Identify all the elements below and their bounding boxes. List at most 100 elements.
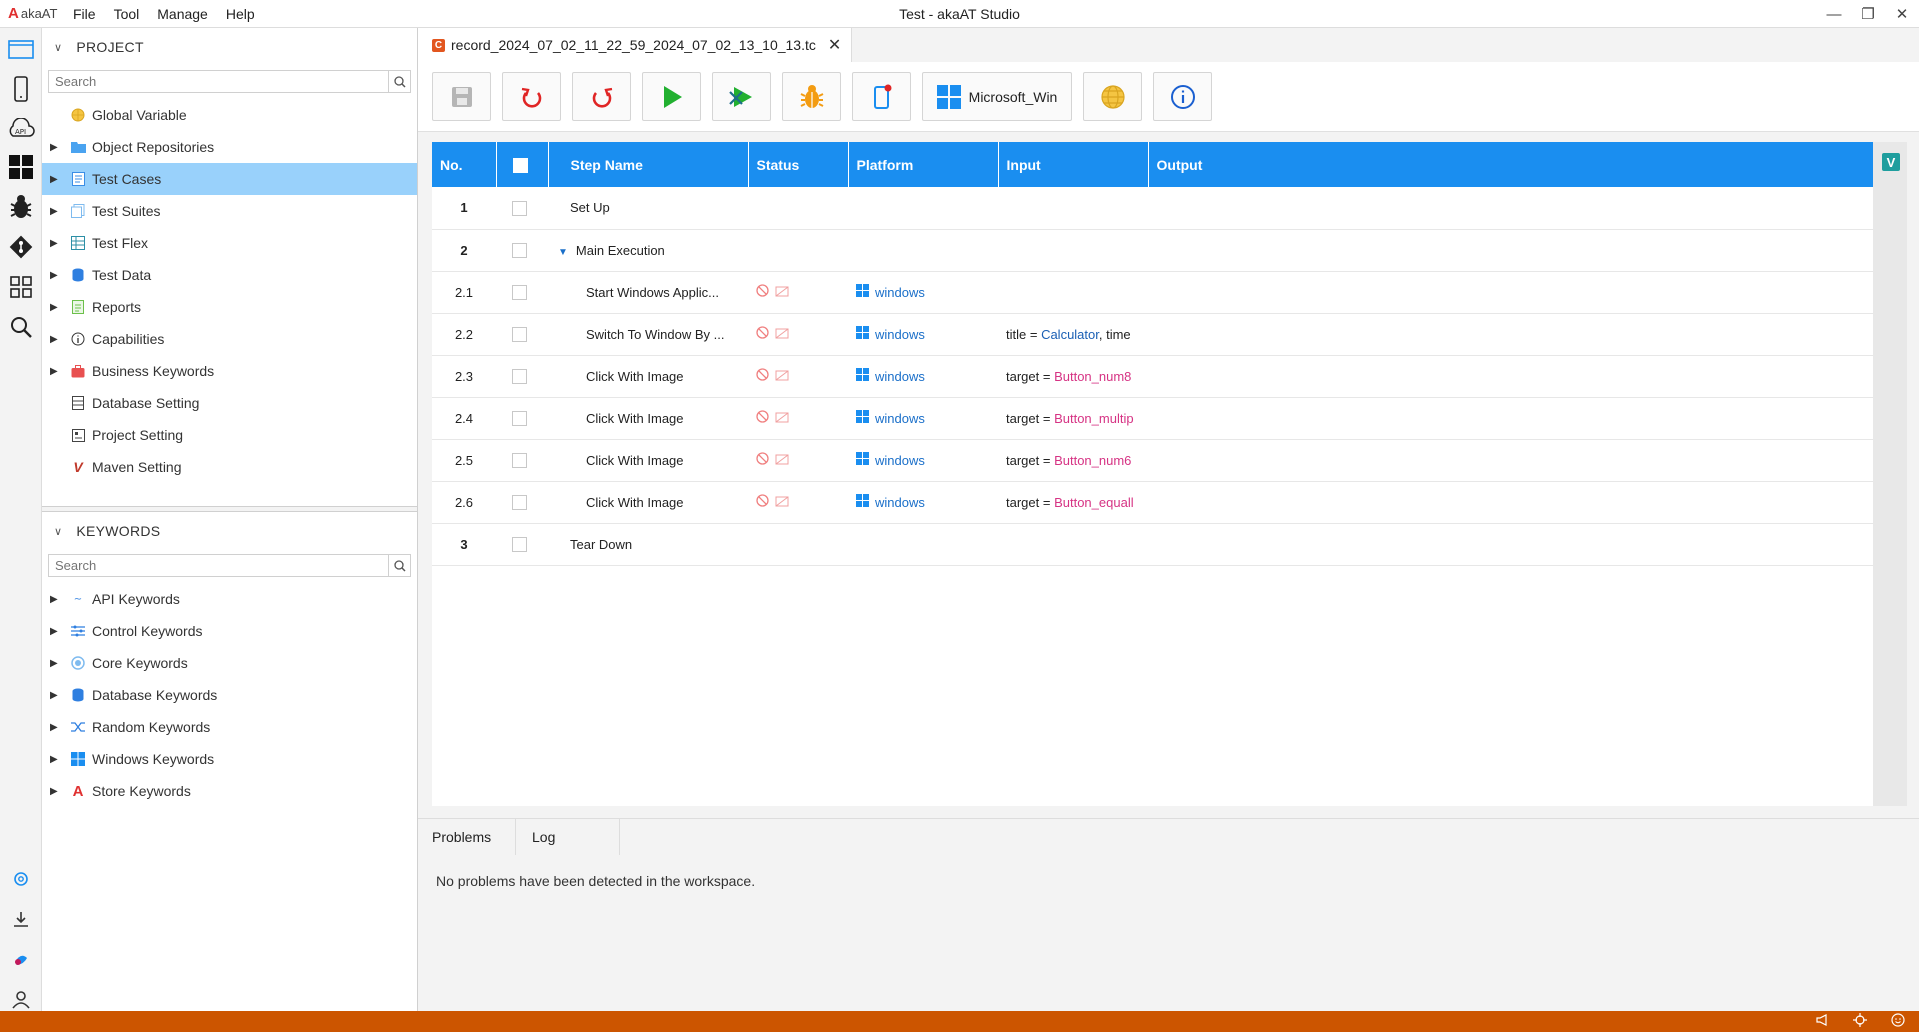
caret-right-icon[interactable]: ▶ [50, 594, 64, 605]
web-browser-button[interactable] [1083, 72, 1142, 121]
output-cell[interactable] [1148, 397, 1874, 440]
minimize-button[interactable]: — [1817, 0, 1851, 28]
input-cell[interactable]: title = Calculator, time [998, 313, 1148, 356]
caret-right-icon[interactable]: ▶ [50, 754, 64, 765]
caret-right-icon[interactable]: ▶ [50, 238, 64, 249]
caret-right-icon[interactable]: ▶ [50, 270, 64, 281]
close-tab-icon[interactable]: ✕ [828, 35, 841, 55]
menu-tool[interactable]: Tool [105, 6, 149, 22]
info-button[interactable] [1153, 72, 1212, 121]
tree-item-store-keywords[interactable]: ▶ A Store Keywords [42, 775, 417, 807]
extensions-icon[interactable] [6, 272, 36, 302]
restore-button[interactable]: ❐ [1851, 0, 1885, 28]
row-checkbox[interactable] [512, 327, 527, 343]
table-row[interactable]: 1 Set Up [432, 187, 1874, 230]
account-icon[interactable] [6, 984, 36, 1014]
tree-item-database-setting[interactable]: Database Setting [42, 387, 417, 419]
table-row[interactable]: 2.4 Click With Image windows target = Bu… [432, 397, 1874, 440]
tree-item-business-keywords[interactable]: ▶ Business Keywords [42, 355, 417, 387]
table-row[interactable]: 2.3 Click With Image windows target = Bu… [432, 355, 1874, 398]
col-status[interactable]: Status [748, 142, 849, 187]
platform-select-button[interactable]: Microsoft_Win [922, 72, 1072, 121]
debug-button[interactable] [782, 72, 841, 121]
tree-item-api-keywords[interactable]: ▶ ∼ API Keywords [42, 583, 417, 615]
caret-right-icon[interactable]: ▶ [50, 366, 64, 377]
input-cell[interactable] [998, 271, 1148, 314]
brand-swirl-icon[interactable] [6, 944, 36, 974]
search-icon[interactable] [388, 71, 410, 92]
row-checkbox[interactable] [512, 285, 527, 301]
input-cell[interactable]: target = Button_num6 [998, 439, 1148, 482]
tree-item-object-repositories[interactable]: ▶ Object Repositories [42, 131, 417, 163]
caret-right-icon[interactable]: ▶ [50, 334, 64, 345]
caret-right-icon[interactable]: ▶ [50, 206, 64, 217]
close-window-button[interactable]: ✕ [1885, 0, 1919, 28]
col-select-all[interactable] [496, 142, 549, 187]
col-step-name[interactable]: Step Name [548, 142, 749, 187]
search-icon[interactable] [388, 555, 410, 576]
table-row[interactable]: 2 ▼ Main Execution [432, 229, 1874, 272]
row-checkbox[interactable] [512, 243, 527, 259]
redo-button[interactable] [572, 72, 631, 121]
menu-manage[interactable]: Manage [148, 6, 217, 22]
target-icon[interactable] [1853, 1013, 1867, 1030]
caret-right-icon[interactable]: ▶ [50, 302, 64, 313]
mobile-icon[interactable] [6, 74, 36, 104]
save-button[interactable] [432, 72, 491, 121]
tree-item-test-suites[interactable]: ▶ Test Suites [42, 195, 417, 227]
megaphone-icon[interactable] [1815, 1013, 1829, 1030]
caret-right-icon[interactable]: ▶ [50, 626, 64, 637]
tree-item-test-cases[interactable]: ▶ Test Cases [42, 163, 417, 195]
tree-item-windows-keywords[interactable]: ▶ Windows Keywords [42, 743, 417, 775]
row-checkbox[interactable] [512, 200, 527, 216]
table-row[interactable]: 2.1 Start Windows Applic... windows [432, 271, 1874, 314]
feedback-smiley-icon[interactable] [1891, 1013, 1905, 1030]
table-row[interactable]: 2.6 Click With Image windows target = Bu… [432, 481, 1874, 524]
row-checkbox[interactable] [512, 411, 527, 427]
tree-item-global-variable[interactable]: Global Variable [42, 99, 417, 131]
tree-item-reports[interactable]: ▶ Reports [42, 291, 417, 323]
col-output[interactable]: Output [1148, 142, 1875, 187]
row-checkbox[interactable] [512, 453, 527, 469]
output-cell[interactable] [1148, 271, 1874, 314]
editor-tab-record[interactable]: C record_2024_07_02_11_22_59_2024_07_02_… [418, 28, 853, 62]
tree-item-maven-setting[interactable]: V Maven Setting [42, 451, 417, 483]
project-search-input[interactable] [49, 74, 369, 89]
caret-right-icon[interactable]: ▶ [50, 658, 64, 669]
input-cell[interactable]: target = Button_equall [998, 481, 1148, 524]
output-cell[interactable] [1148, 313, 1874, 356]
tree-item-capabilities[interactable]: ▶ Capabilities [42, 323, 417, 355]
row-checkbox[interactable] [512, 537, 527, 553]
col-platform[interactable]: Platform [848, 142, 999, 187]
tree-item-core-keywords[interactable]: ▶ Core Keywords [42, 647, 417, 679]
tab-log[interactable]: Log [516, 819, 620, 855]
mobile-device-button[interactable] [852, 72, 911, 121]
input-cell[interactable]: target = Button_num8 [998, 355, 1148, 398]
tree-item-test-data[interactable]: ▶ Test Data [42, 259, 417, 291]
tree-item-random-keywords[interactable]: ▶ Random Keywords [42, 711, 417, 743]
row-checkbox[interactable] [512, 495, 527, 511]
tree-item-database-keywords[interactable]: ▶ Database Keywords [42, 679, 417, 711]
caret-right-icon[interactable]: ▶ [50, 174, 64, 185]
keywords-section-header[interactable]: ∨ KEYWORDS [42, 512, 417, 550]
col-input[interactable]: Input [998, 142, 1149, 187]
run-selected-button[interactable] [712, 72, 771, 121]
explorer-icon[interactable] [6, 34, 36, 64]
caret-right-icon[interactable]: ▶ [50, 786, 64, 797]
output-cell[interactable] [1148, 481, 1874, 524]
menu-help[interactable]: Help [217, 6, 264, 22]
caret-down-icon[interactable]: ▼ [558, 247, 568, 258]
input-cell[interactable]: target = Button_multip [998, 397, 1148, 440]
tree-item-control-keywords[interactable]: ▶ Control Keywords [42, 615, 417, 647]
download-icon[interactable] [6, 904, 36, 934]
select-all-checkbox[interactable] [512, 157, 528, 173]
tree-item-project-setting[interactable]: Project Setting [42, 419, 417, 451]
tab-problems[interactable]: Problems [418, 819, 516, 855]
bug-icon[interactable] [6, 192, 36, 222]
row-checkbox[interactable] [512, 369, 527, 385]
table-row[interactable]: 3 Tear Down [432, 523, 1874, 566]
variables-toggle-button[interactable]: V [1882, 153, 1900, 171]
search-icon[interactable] [6, 312, 36, 342]
output-cell[interactable] [1148, 439, 1874, 482]
windows-icon[interactable] [6, 152, 36, 182]
